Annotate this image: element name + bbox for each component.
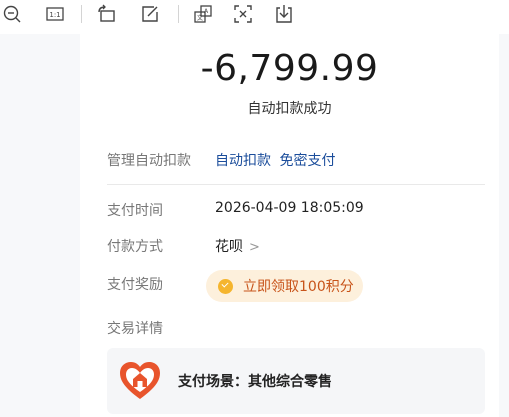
svg-text:文: 文: [197, 14, 203, 22]
transaction-amount: -6,799.99: [200, 48, 379, 89]
claim-points-label: 立即领取100积分: [243, 279, 354, 295]
coin-check-icon: [218, 278, 233, 294]
payment-time-value: 2026-04-09 18:05:09: [215, 200, 364, 216]
extract-text-icon[interactable]: 文A: [192, 3, 214, 25]
toolbar-separator: [81, 5, 82, 23]
viewer-toolbar: 1:1 文A: [0, 0, 509, 34]
payment-scene-box: 支付场景：其他综合零售: [107, 348, 485, 414]
manage-autopay-links: 自动扣款 免密支付: [215, 150, 335, 170]
autopay-link[interactable]: 自动扣款: [215, 153, 271, 169]
edit-icon[interactable]: [139, 3, 161, 25]
claim-points-button[interactable]: 立即领取100积分: [206, 270, 363, 302]
chevron-right-icon: >: [249, 240, 260, 255]
rotate-icon[interactable]: [96, 3, 118, 25]
page-background-left: [0, 34, 80, 417]
transaction-details-label: 交易详情: [107, 321, 163, 337]
transaction-status: 自动扣款成功: [247, 101, 332, 117]
page-background-right: [499, 34, 509, 417]
payment-scene-text: 支付场景：其他综合零售: [178, 374, 332, 390]
payment-reward-label: 支付奖励: [107, 277, 163, 293]
payment-method-text: 花呗: [215, 239, 243, 255]
download-icon[interactable]: [273, 3, 295, 25]
svg-text:1:1: 1:1: [49, 11, 60, 19]
payment-time-label: 支付时间: [107, 203, 163, 219]
screenshot-icon[interactable]: [232, 3, 254, 25]
divider: [107, 184, 485, 185]
zoom-out-icon[interactable]: [2, 3, 24, 25]
heart-home-icon: [117, 358, 163, 404]
svg-text:A: A: [204, 8, 209, 15]
password-free-link[interactable]: 免密支付: [279, 153, 335, 169]
payment-method-value[interactable]: 花呗 >: [215, 236, 260, 256]
manage-autopay-label: 管理自动扣款: [107, 153, 191, 169]
transaction-detail-card: -6,799.99 自动扣款成功 管理自动扣款 自动扣款 免密支付 支付时间 2…: [80, 34, 499, 417]
actual-size-icon[interactable]: 1:1: [44, 3, 66, 25]
toolbar-separator: [178, 5, 179, 23]
payment-method-label: 付款方式: [107, 239, 163, 255]
